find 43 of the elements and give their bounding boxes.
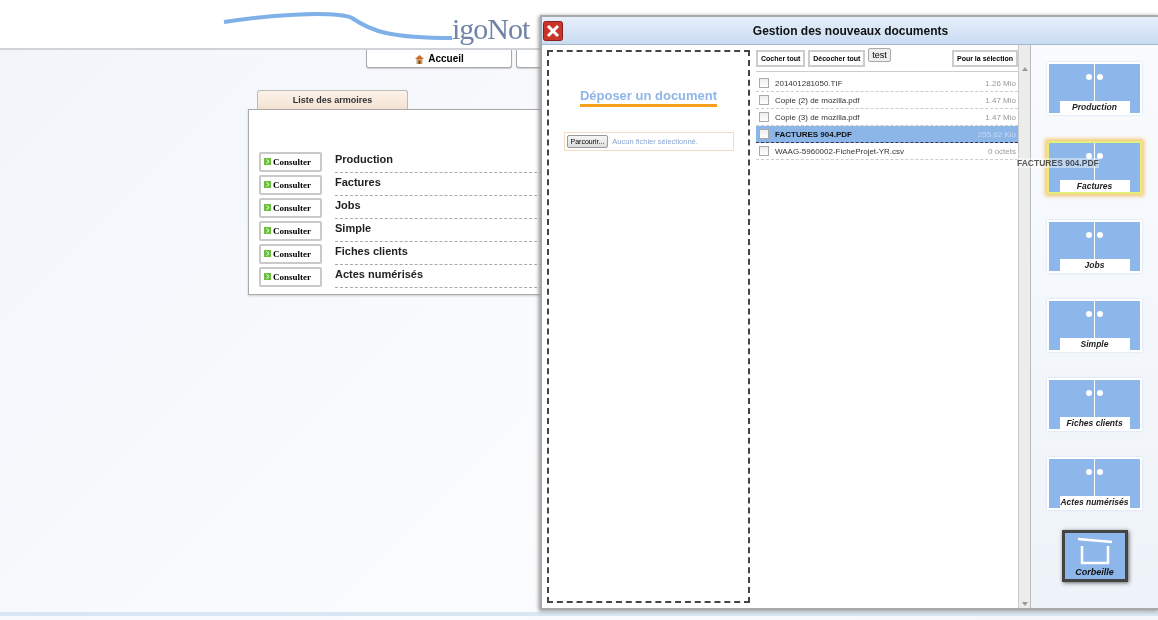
file-row[interactable]: WAAG-5960002-FicheProjet-YR.csv 0 octets (756, 143, 1018, 160)
door-knobs-icon (1086, 390, 1103, 396)
scroll-up-icon[interactable] (1021, 67, 1028, 71)
logo: igoNot (452, 12, 530, 46)
consult-button[interactable]: Consulter (259, 197, 322, 218)
door-knobs-icon (1086, 153, 1103, 159)
checkbox[interactable] (759, 146, 769, 156)
dialog-title: Gestion des nouveaux documents (751, 23, 950, 38)
consult-button[interactable]: Consulter (259, 174, 322, 195)
door-knobs-icon (1086, 232, 1103, 238)
consult-button[interactable]: Consulter (259, 243, 322, 264)
checkbox[interactable] (759, 78, 769, 88)
door-knobs-icon (1086, 311, 1103, 317)
consult-button[interactable]: Consulter (259, 266, 322, 287)
checkbox[interactable] (759, 112, 769, 122)
arrow-icon (264, 204, 271, 211)
checkbox[interactable] (759, 129, 769, 139)
cabinet-tile[interactable]: Production (1047, 62, 1142, 115)
checkbox[interactable] (759, 95, 769, 105)
arrow-icon (264, 250, 271, 257)
door-knobs-icon (1086, 469, 1103, 475)
scroll-down-icon[interactable] (1021, 602, 1028, 606)
arrow-icon (264, 227, 271, 234)
toolbar-button[interactable]: test (868, 48, 891, 62)
cabinet-tile[interactable]: Actes numérisés (1047, 457, 1142, 510)
trash-tile[interactable]: Corbeille (1061, 530, 1128, 582)
consult-button[interactable]: Consulter (259, 220, 322, 241)
drop-heading: Déposer un document (579, 88, 718, 107)
home-tab[interactable]: Accueil (366, 50, 512, 68)
arrow-icon (264, 273, 271, 280)
panel-tab[interactable]: Liste des armoires (257, 90, 408, 109)
file-row[interactable]: 201401281050.TIF 1.26 Mio (756, 75, 1018, 92)
cabinet-tile[interactable]: Simple (1047, 299, 1142, 352)
cabinet-tile[interactable]: Fiches clients (1047, 378, 1142, 431)
house-icon (414, 53, 426, 64)
consult-button[interactable]: Consulter (259, 151, 322, 172)
drag-ghost-label: FACTURES 904.PDF (1017, 158, 1099, 168)
file-row[interactable]: Copie (2) de mozilla.pdf 1.47 Mio (756, 92, 1018, 109)
arrow-icon (264, 158, 271, 165)
close-icon[interactable] (543, 20, 563, 41)
cabinet-tile[interactable]: Jobs (1047, 220, 1142, 273)
door-knobs-icon (1086, 74, 1103, 80)
arrow-icon (264, 181, 271, 188)
